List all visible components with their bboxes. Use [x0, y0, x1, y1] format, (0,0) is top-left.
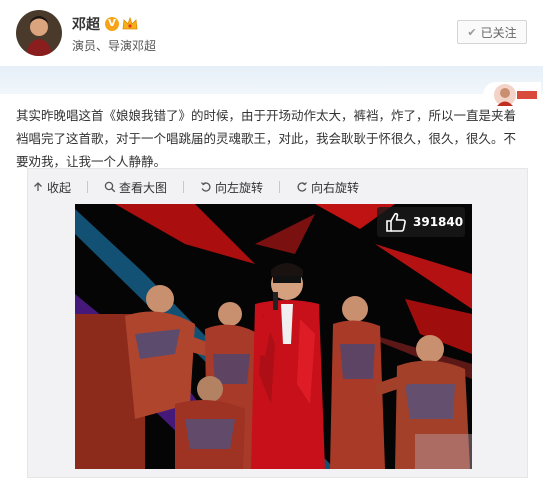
follow-button[interactable]: ✔ 已关注 [457, 20, 527, 44]
collapse-button[interactable]: 收起 [32, 179, 71, 196]
profile-header: 邓超 V 演员、导演邓超 ✔ 已关注 [0, 0, 543, 66]
search-icon [104, 181, 116, 193]
post-text: 其实昨晚唱这首《娘娘我错了》的时候，由于开场动作太大，裤裆，炸了，所以一直是夹着… [16, 104, 528, 173]
media-toolbar: 收起 查看大图 向左旋转 向右旋转 [32, 178, 375, 196]
arrow-up-icon [34, 182, 42, 191]
post-text-prefix: 其实昨晚唱这首 [16, 108, 104, 123]
toolbar-divider [87, 181, 89, 193]
user-name[interactable]: 邓超 [72, 14, 100, 34]
toolbar-divider [279, 181, 281, 193]
toolbar-divider [183, 181, 185, 193]
rotate-right-label: 向右旋转 [311, 180, 360, 195]
follow-label: 已关注 [480, 25, 517, 40]
song-title: 《娘娘我错了》 [103, 108, 192, 123]
post-photo[interactable]: 391840 [75, 204, 472, 469]
verified-icon: V [105, 17, 119, 31]
like-badge[interactable]: 391840 [377, 207, 465, 237]
rotate-left-icon [201, 182, 211, 192]
view-large-label: 查看大图 [119, 180, 168, 195]
rotate-left-button[interactable]: 向左旋转 [200, 179, 263, 196]
avatar[interactable] [16, 10, 62, 56]
view-large-button[interactable]: 查看大图 [104, 179, 167, 196]
rotate-left-label: 向左旋转 [215, 180, 264, 195]
collapse-label: 收起 [47, 180, 72, 195]
user-subtitle: 演员、导演邓超 [72, 39, 157, 53]
rotate-right-icon [297, 182, 308, 192]
like-count: 391840 [413, 215, 464, 229]
check-icon: ✔ [467, 25, 477, 39]
media-card: 收起 查看大图 向左旋转 向右旋转 391840 [27, 168, 528, 478]
rotate-right-button[interactable]: 向右旋转 [296, 179, 359, 196]
thumbs-up-icon [386, 212, 406, 232]
crown-icon [122, 17, 138, 30]
banner-strip [0, 66, 543, 94]
